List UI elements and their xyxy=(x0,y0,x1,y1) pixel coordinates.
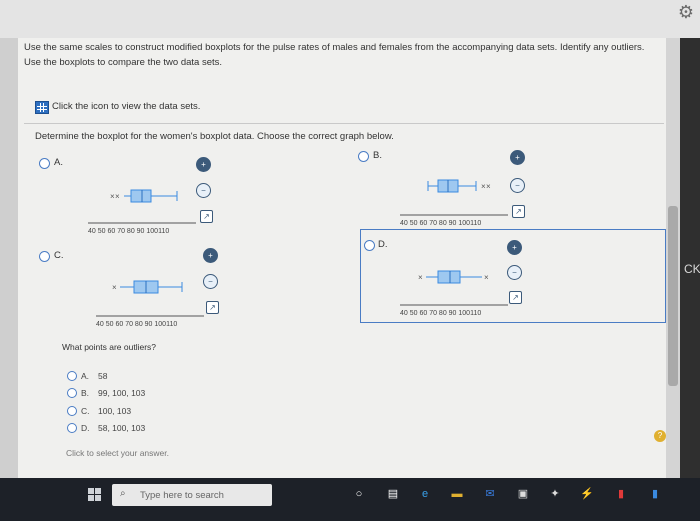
task-view-icon[interactable]: ▤ xyxy=(386,487,400,501)
divider xyxy=(24,123,664,124)
zoom-in-icon[interactable]: + xyxy=(510,150,525,165)
radio-option-c[interactable] xyxy=(39,251,50,262)
boxplot-b: × × 40 50 60 70 80 90 100110 xyxy=(400,179,508,225)
external-link-icon[interactable]: ↗ xyxy=(509,291,522,304)
radio-option-b[interactable] xyxy=(358,151,369,162)
windows-start-icon[interactable] xyxy=(88,488,102,502)
outlier-question: What points are outliers? xyxy=(62,342,157,352)
help-badge[interactable]: ? xyxy=(654,430,666,442)
svg-text:×: × xyxy=(115,192,120,201)
boxplot-d-box xyxy=(437,270,461,284)
zoom-out-icon[interactable]: − xyxy=(510,178,525,193)
external-link-icon[interactable]: ↗ xyxy=(512,205,525,218)
answer-a-text: 58 xyxy=(98,371,108,381)
option-a-label: A. xyxy=(54,157,63,168)
boxplot-c: × 40 50 60 70 80 90 100110 xyxy=(96,280,204,328)
store-icon[interactable]: ▣ xyxy=(516,487,530,501)
answer-d-text: 58, 100, 103 xyxy=(98,423,146,433)
axis-tick-labels: 40 50 60 70 80 90 100110 xyxy=(400,310,481,317)
gear-icon[interactable]: ⚙ xyxy=(676,2,696,22)
option-d-label: D. xyxy=(378,239,388,250)
answer-d-letter: D. xyxy=(81,423,90,433)
answer-b-letter: B. xyxy=(81,388,90,398)
radio-answer-a[interactable] xyxy=(67,371,77,381)
external-link-icon[interactable]: ↗ xyxy=(200,210,213,223)
radio-answer-b[interactable] xyxy=(67,388,77,398)
search-icon: ⌕ xyxy=(120,488,126,499)
radio-answer-d[interactable] xyxy=(67,423,77,433)
boxplot-d: × × 40 50 60 70 80 90 100110 xyxy=(400,270,508,317)
edge-icon[interactable]: e xyxy=(418,487,432,501)
scrollbar[interactable] xyxy=(666,38,680,478)
cortana-icon[interactable]: ○ xyxy=(352,487,366,501)
office-icon[interactable]: ▮ xyxy=(614,487,628,501)
table-icon[interactable] xyxy=(35,101,49,114)
question-text: Determine the boxplot for the women's bo… xyxy=(35,131,394,142)
boxplot-d-outlier: × xyxy=(484,273,489,282)
boxplot-a: × × 40 50 60 70 80 90 100110 xyxy=(88,189,196,235)
right-edge xyxy=(680,38,700,478)
answer-a-letter: A. xyxy=(81,371,90,381)
boxplot-a-box xyxy=(130,189,152,203)
svg-text:×: × xyxy=(486,182,491,191)
data-link[interactable]: Click the icon to view the data sets. xyxy=(52,101,200,112)
app-icon[interactable]: ⚡ xyxy=(580,487,594,501)
file-explorer-icon[interactable]: ▬ xyxy=(450,487,464,501)
hint-text: Click to select your answer. xyxy=(66,448,169,458)
side-text: CK xyxy=(684,262,700,276)
boxplot-d-outlier: × xyxy=(418,273,423,282)
boxplot-a-outliers: × × xyxy=(110,192,120,201)
option-b-label: B. xyxy=(373,150,382,161)
instruction-line-2: Use the boxplots to compare the two data… xyxy=(24,57,223,68)
zoom-in-icon[interactable]: + xyxy=(203,248,218,263)
scroll-thumb[interactable] xyxy=(668,206,678,386)
taskbar-search-placeholder[interactable]: Type here to search xyxy=(140,490,224,501)
boxplot-c-outlier: × xyxy=(112,283,117,292)
axis-tick-labels: 40 50 60 70 80 90 100110 xyxy=(96,321,177,328)
axis-tick-labels: 40 50 60 70 80 90 100110 xyxy=(88,228,169,235)
zoom-out-icon[interactable]: − xyxy=(196,183,211,198)
external-link-icon[interactable]: ↗ xyxy=(206,301,219,314)
top-bar xyxy=(0,0,700,38)
zoom-in-icon[interactable]: + xyxy=(196,157,211,172)
radio-answer-c[interactable] xyxy=(67,406,77,416)
taskbar xyxy=(0,478,700,521)
word-icon[interactable]: ▮ xyxy=(648,487,662,501)
answer-b-text: 99, 100, 103 xyxy=(98,388,146,398)
boxplot-b-outliers: × × xyxy=(481,182,491,191)
option-c-label: C. xyxy=(54,250,64,261)
radio-option-a[interactable] xyxy=(39,158,50,169)
radio-option-d[interactable] xyxy=(364,240,375,251)
zoom-in-icon[interactable]: + xyxy=(507,240,522,255)
axis-tick-labels: 40 50 60 70 80 90 100110 xyxy=(400,220,481,225)
instruction-line-1: Use the same scales to construct modifie… xyxy=(24,42,645,53)
answer-c-letter: C. xyxy=(81,406,90,416)
mail-icon[interactable]: ✉ xyxy=(483,487,497,501)
dropbox-icon[interactable]: ✦ xyxy=(548,487,562,501)
answer-c-text: 100, 103 xyxy=(98,406,132,416)
